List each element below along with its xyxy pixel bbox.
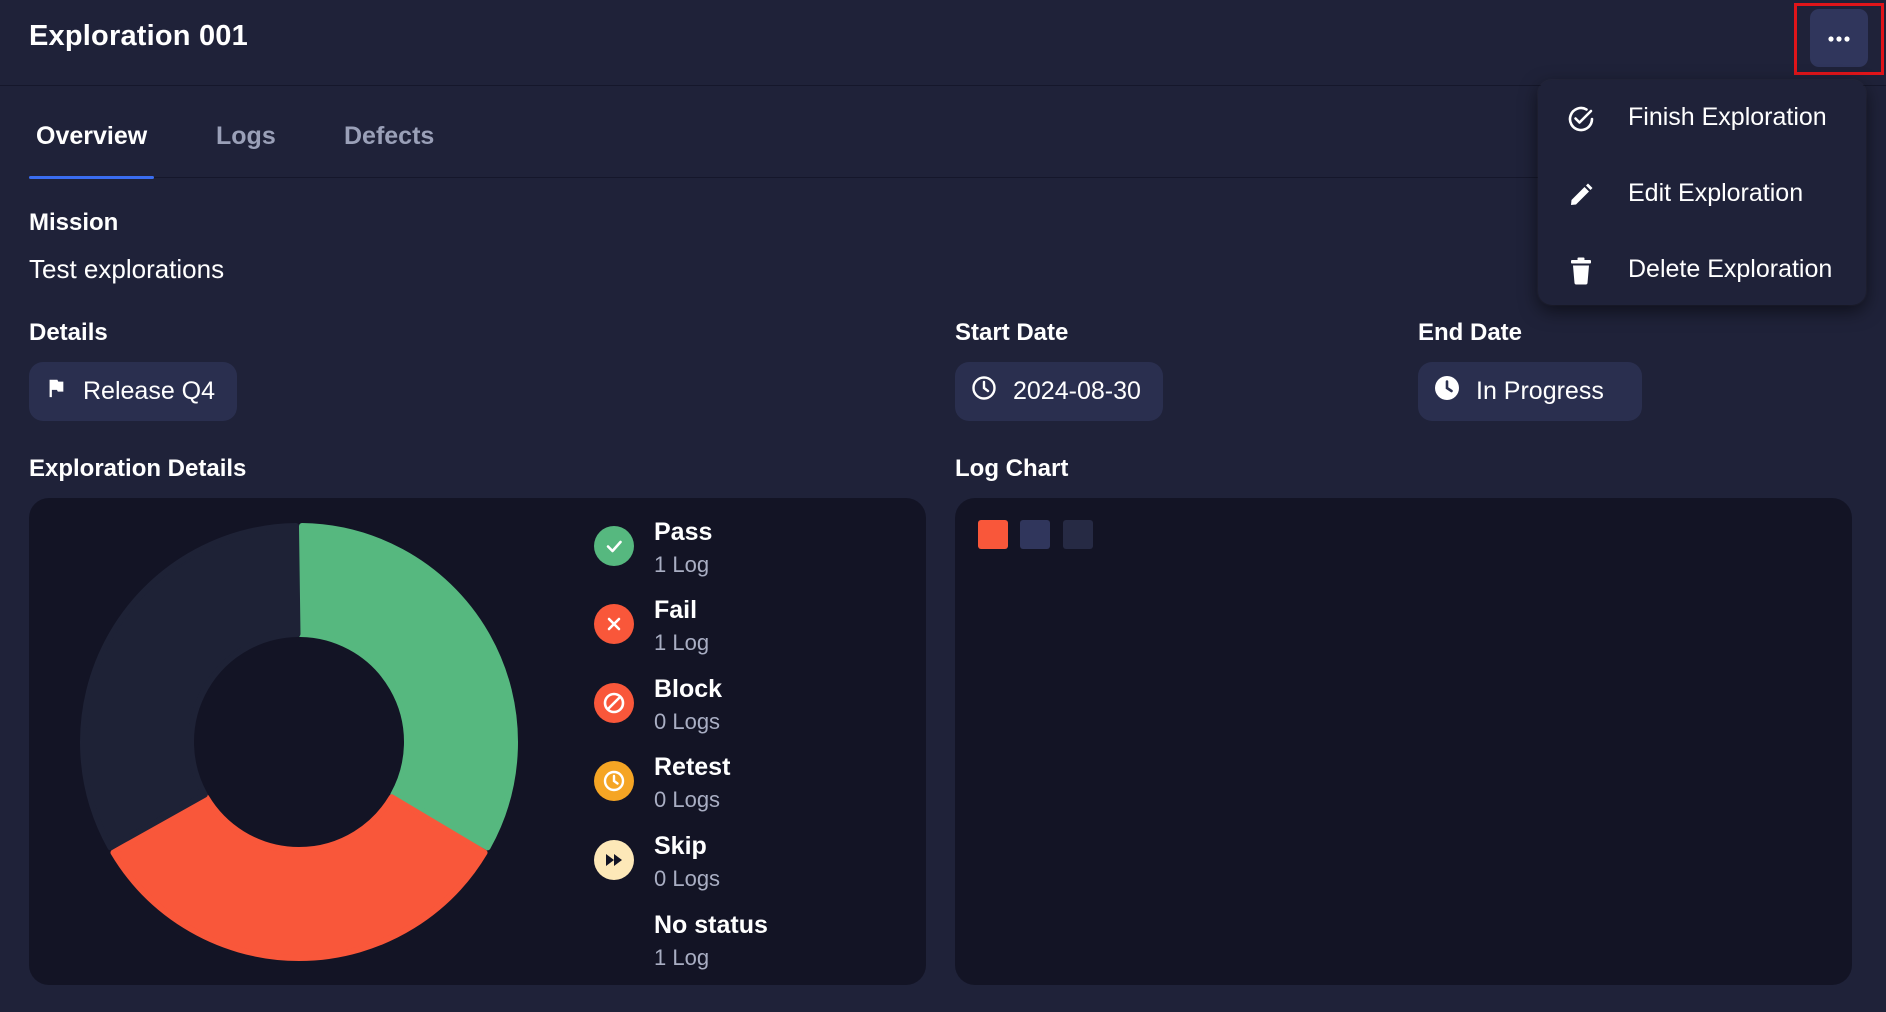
menu-item-edit-exploration[interactable]: Edit Exploration [1538, 156, 1866, 232]
clock-icon [971, 375, 1013, 408]
menu-item-finish-exploration[interactable]: Finish Exploration [1538, 80, 1866, 156]
menu-item-label: Edit Exploration [1628, 179, 1804, 207]
legend-count: 1 Log [654, 630, 710, 655]
menu-item-label: Finish Exploration [1628, 103, 1827, 131]
check-circle-icon [1566, 104, 1596, 134]
legend-name: No status [654, 911, 768, 939]
x-circle-icon [594, 604, 634, 644]
legend-count: 1 Log [654, 552, 710, 577]
tab-defects[interactable]: Defects [344, 122, 434, 178]
tab-logs[interactable]: Logs [216, 122, 276, 178]
tab-overview[interactable]: Overview [28, 122, 155, 179]
legend-count: 0 Logs [654, 866, 721, 891]
legend-name: Block [654, 675, 723, 703]
retest-clock-icon [594, 761, 634, 801]
start-date-value: 2024-08-30 [1013, 377, 1141, 405]
log-chart-legend-swatch-2[interactable] [1020, 520, 1050, 549]
menu-item-delete-exploration[interactable]: Delete Exploration [1538, 232, 1866, 308]
log-chart-legend-swatch-fail[interactable] [978, 520, 1008, 549]
donut-chart [80, 523, 518, 961]
clock-filled-icon [1434, 375, 1476, 408]
log-chart-label: Log Chart [955, 455, 1069, 482]
block-circle-icon [594, 683, 634, 723]
exploration-details-label: Exploration Details [29, 455, 247, 482]
legend-name: Skip [654, 832, 707, 860]
menu-item-label: Delete Exploration [1628, 255, 1833, 283]
legend-name: Retest [654, 753, 731, 781]
legend-count: 1 Log [654, 945, 710, 970]
top-bar: Exploration 001 [0, 0, 1886, 86]
pencil-icon [1566, 180, 1596, 210]
mission-label: Mission [29, 209, 119, 236]
details-value: Release Q4 [83, 377, 216, 405]
log-chart-legend-swatch-3[interactable] [1063, 520, 1093, 549]
trash-icon [1566, 256, 1596, 286]
more-options-button[interactable] [1810, 9, 1868, 67]
donut-slice-no-status[interactable] [80, 523, 301, 851]
check-circle-icon [594, 526, 634, 566]
donut-slice-fail[interactable] [110, 794, 488, 961]
mission-text: Test explorations [29, 254, 225, 284]
page-title: Exploration 001 [29, 20, 248, 52]
more-options-menu: Finish Exploration Edit Exploration Dele… [1538, 80, 1866, 305]
flag-icon [45, 377, 83, 406]
details-label: Details [29, 319, 108, 346]
end-date-value: In Progress [1476, 377, 1604, 405]
legend-name: Pass [654, 518, 713, 546]
start-date-chip: 2024-08-30 [955, 362, 1163, 421]
legend-count: 0 Logs [654, 709, 721, 734]
exploration-details-panel: Pass 1 Log Fail 1 Log Block 0 Logs Retes… [29, 498, 926, 985]
end-date-chip: In Progress [1418, 362, 1642, 421]
end-date-label: End Date [1418, 319, 1523, 346]
start-date-label: Start Date [955, 319, 1069, 346]
details-chip: Release Q4 [29, 362, 238, 421]
legend-name: Fail [654, 596, 698, 624]
legend-count: 0 Logs [654, 787, 721, 812]
donut-slice-pass[interactable] [297, 523, 518, 851]
skip-forward-icon [594, 840, 634, 880]
more-horizontal-icon [1828, 29, 1850, 47]
tab-bar: Overview Logs Defects [28, 112, 1629, 179]
log-chart-panel [955, 498, 1852, 985]
